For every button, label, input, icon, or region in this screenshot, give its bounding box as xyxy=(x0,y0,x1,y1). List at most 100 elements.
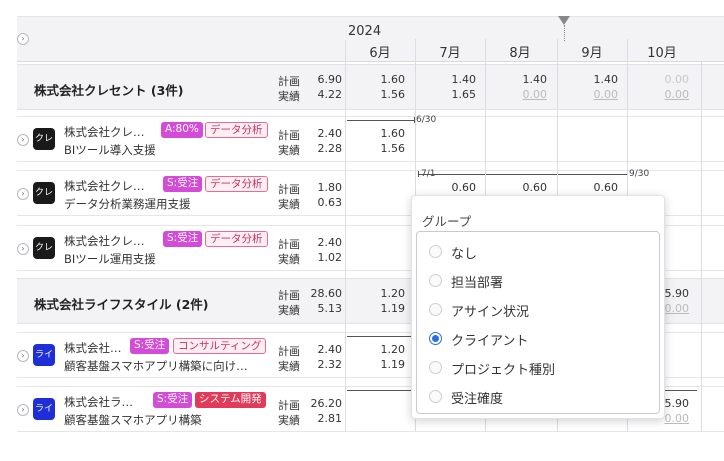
option-label: クライアント xyxy=(451,334,529,349)
radio-icon[interactable] xyxy=(429,245,442,258)
radio-icon[interactable] xyxy=(429,390,442,403)
plan-label: 計画 xyxy=(278,238,300,251)
actual-label: 実績 xyxy=(278,360,300,373)
actual-label: 実績 xyxy=(278,304,300,317)
timeline-header: › 2024 6月 7月 8月 9月 10月 xyxy=(17,16,724,63)
actual-total: 1.02 xyxy=(317,251,343,264)
cell-plan: 0.60 xyxy=(451,181,477,194)
actual-label: 実績 xyxy=(278,414,300,427)
popup-title: グループ xyxy=(422,214,472,229)
actual-total: 5.13 xyxy=(317,302,343,315)
row-expand-toggle[interactable]: › xyxy=(17,404,29,416)
task-name: データ分析業務運用支援 xyxy=(64,197,191,211)
row-expand-toggle[interactable]: › xyxy=(17,188,29,200)
task-name: 顧客基盤スマホアプリ構築 xyxy=(64,413,202,427)
plan-label: 計画 xyxy=(278,183,300,196)
type-badge: コンサルティング xyxy=(173,338,267,354)
cell-plan: 1.20 xyxy=(380,343,406,356)
cell-plan: 1.40 xyxy=(451,73,477,86)
task-name: BIツール運用支援 xyxy=(64,252,156,266)
radio-icon[interactable] xyxy=(429,274,442,287)
option-label: 受注確度 xyxy=(451,392,504,407)
cell-actual: 1.56 xyxy=(380,88,406,101)
client-avatar: ライ xyxy=(33,398,55,420)
actual-label: 実績 xyxy=(278,144,300,157)
option-label: 担当部署 xyxy=(451,276,504,291)
actual-label: 実績 xyxy=(278,90,300,103)
type-badge: データ分析 xyxy=(205,176,268,192)
plan-label: 計画 xyxy=(278,345,300,358)
type-badge: システム開発 xyxy=(195,392,266,408)
status-badge: S:受注 xyxy=(163,231,203,247)
bar-end-date: 9/30 xyxy=(629,169,650,179)
client-avatar: クレ xyxy=(33,237,55,259)
actual-total: 2.28 xyxy=(317,142,343,155)
month-jul: 7月 xyxy=(439,46,461,61)
group-title: 株式会社ライフスタイル (2件) xyxy=(34,297,209,312)
row-expand-toggle[interactable]: › xyxy=(17,350,29,362)
cell-actual: 0.00 xyxy=(522,88,548,101)
cell-plan: 1.60 xyxy=(380,127,406,140)
month-sep: 9月 xyxy=(581,46,603,61)
assign-badge: A:80% xyxy=(161,122,203,138)
group-row[interactable]: 株式会社クレセント (3件) 計画 実績 6.90 4.22 1.60 1.56… xyxy=(17,64,724,110)
cell-plan: 1.40 xyxy=(522,73,548,86)
collapse-all-toggle[interactable]: › xyxy=(17,33,29,45)
type-badge: データ分析 xyxy=(205,122,268,138)
plan-total: 2.40 xyxy=(317,127,343,140)
bar-end-date: 6/30 xyxy=(416,115,437,125)
cell-actual: 1.56 xyxy=(380,142,406,155)
plan-label: 計画 xyxy=(278,289,300,302)
month-jun: 6月 xyxy=(369,46,391,61)
plan-total: 26.20 xyxy=(310,397,343,410)
radio-icon[interactable] xyxy=(429,361,442,374)
today-marker-icon xyxy=(558,16,570,25)
type-badge: データ分析 xyxy=(205,231,268,247)
status-badge: S:受注 xyxy=(130,338,170,354)
month-oct: 10月 xyxy=(647,46,677,61)
bar-start-date: 7/1 xyxy=(421,169,436,179)
cell-plan: 0.60 xyxy=(593,181,619,194)
status-badge: S:受注 xyxy=(153,392,193,408)
option-label: なし xyxy=(451,247,478,262)
plan-total: 28.60 xyxy=(310,287,343,300)
actual-label: 実績 xyxy=(278,198,300,211)
schedule-bar[interactable] xyxy=(347,120,414,121)
status-badge: S:受注 xyxy=(163,176,203,192)
cell-plan: 0.00 xyxy=(664,73,690,86)
radio-selected-icon[interactable] xyxy=(429,332,442,345)
plan-total: 2.40 xyxy=(317,343,343,356)
plan-total: 1.80 xyxy=(317,181,343,194)
task-row[interactable]: › クレ 株式会社クレ… A:80% データ分析 BIツール導入支援 計画 実績… xyxy=(17,115,724,162)
radio-icon[interactable] xyxy=(429,303,442,316)
actual-total: 2.81 xyxy=(317,412,343,425)
schedule-bar[interactable] xyxy=(418,174,627,175)
group-option-list: なし 担当部署 アサイン状況 クライアント プロジェクト種別 受注確度 xyxy=(416,231,660,414)
cell-actual: 1.19 xyxy=(380,358,406,371)
option-label: アサイン状況 xyxy=(451,305,530,320)
cell-plan: 1.20 xyxy=(380,287,406,300)
actual-total: 2.32 xyxy=(317,358,343,371)
task-client: 株式会社クレ… xyxy=(64,125,145,139)
plan-label: 計画 xyxy=(278,129,300,142)
actual-total: 0.63 xyxy=(317,196,343,209)
cell-actual: 1.65 xyxy=(451,88,477,101)
row-expand-toggle[interactable]: › xyxy=(17,243,29,255)
client-avatar: ライ xyxy=(33,344,55,366)
group-by-popup: グループ なし 担当部署 アサイン状況 クライアント プロジェクト種別 受注確度 xyxy=(411,195,665,419)
cell-plan: 1.40 xyxy=(593,73,619,86)
today-line xyxy=(564,25,565,41)
task-name: 顧客基盤スマホアプリ構築に向け… xyxy=(64,359,248,373)
client-avatar: クレ xyxy=(33,128,55,150)
task-client: 株式会社クレ… xyxy=(64,234,145,248)
option-label: プロジェクト種別 xyxy=(451,363,556,378)
cell-actual: 0.00 xyxy=(593,88,619,101)
task-name: BIツール導入支援 xyxy=(64,143,156,157)
task-client: 株式会社ラ… xyxy=(64,395,133,409)
year-label: 2024 xyxy=(348,24,382,39)
actual-label: 実績 xyxy=(278,253,300,266)
task-client: 株式会社クレ… xyxy=(64,179,145,193)
row-expand-toggle[interactable]: › xyxy=(17,134,29,146)
schedule-bar[interactable] xyxy=(347,336,414,337)
actual-total: 4.22 xyxy=(317,88,343,101)
